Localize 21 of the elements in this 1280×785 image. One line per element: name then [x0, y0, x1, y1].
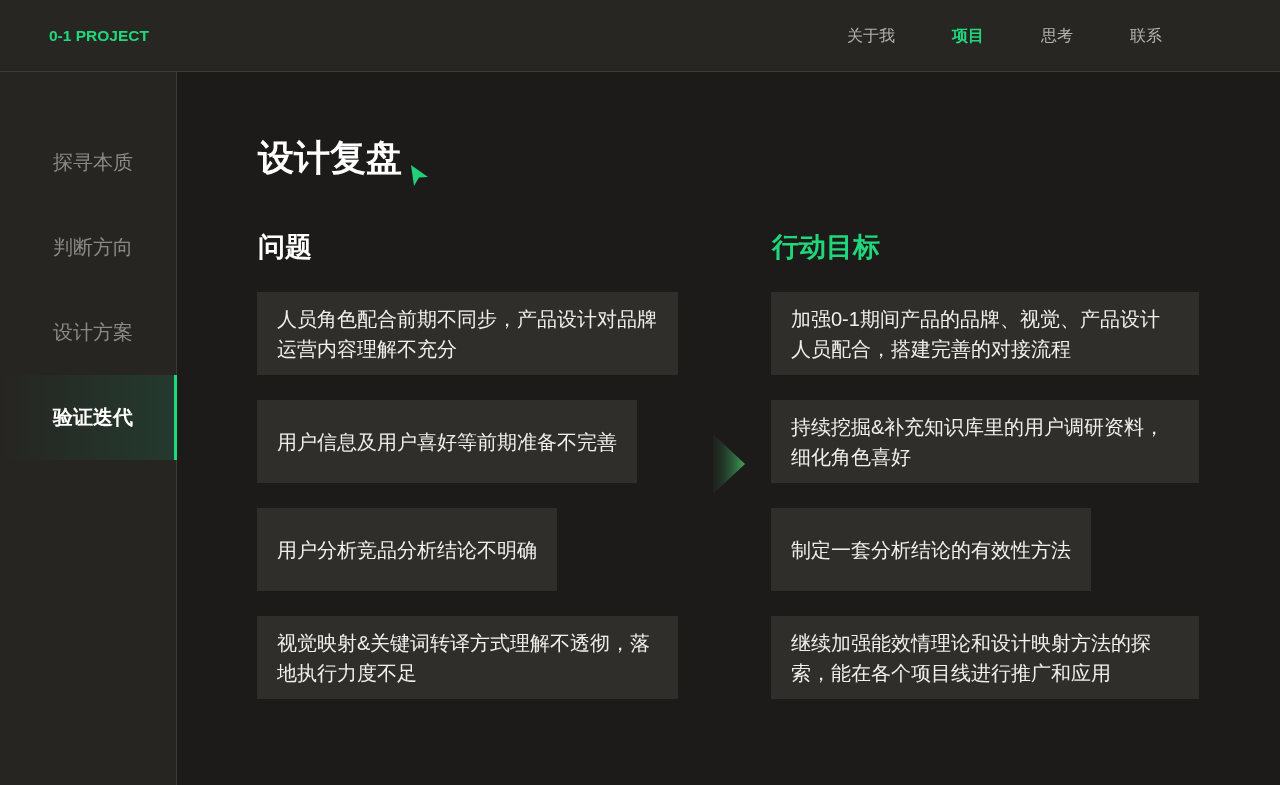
- text-card: 持续挖掘&补充知识库里的用户调研资料，细化角色喜好: [771, 400, 1199, 483]
- sidebar-item[interactable]: 设计方案: [0, 290, 177, 375]
- page-title: 设计复盘: [257, 136, 402, 180]
- nav-link[interactable]: 项目: [952, 25, 984, 46]
- text-card: 视觉映射&关键词转译方式理解不透彻，落地执行力度不足: [257, 616, 678, 699]
- sidebar-item[interactable]: 判断方向: [0, 205, 177, 290]
- nav-link[interactable]: 思考: [1041, 25, 1073, 46]
- nav-link[interactable]: 联系: [1130, 25, 1162, 46]
- sidebar-item[interactable]: 探寻本质: [0, 120, 177, 205]
- text-card: 制定一套分析结论的有效性方法: [771, 508, 1091, 591]
- column-heading: 行动目标: [771, 231, 880, 264]
- nav-link[interactable]: 关于我: [847, 25, 895, 46]
- logo[interactable]: 0-1 PROJECT: [49, 26, 149, 45]
- text-card: 人员角色配合前期不同步，产品设计对品牌运营内容理解不充分: [257, 292, 678, 375]
- text-card: 用户分析竞品分析结论不明确: [257, 508, 557, 591]
- text-card: 加强0-1期间产品的品牌、视觉、产品设计人员配合，搭建完善的对接流程: [771, 292, 1199, 375]
- column-heading: 问题: [257, 231, 312, 264]
- triangle-right-icon: [713, 434, 745, 494]
- cursor-icon: [410, 165, 428, 186]
- text-card: 用户信息及用户喜好等前期准备不完善: [257, 400, 637, 483]
- text-card: 继续加强能效情理论和设计映射方法的探索，能在各个项目线进行推广和应用: [771, 616, 1199, 699]
